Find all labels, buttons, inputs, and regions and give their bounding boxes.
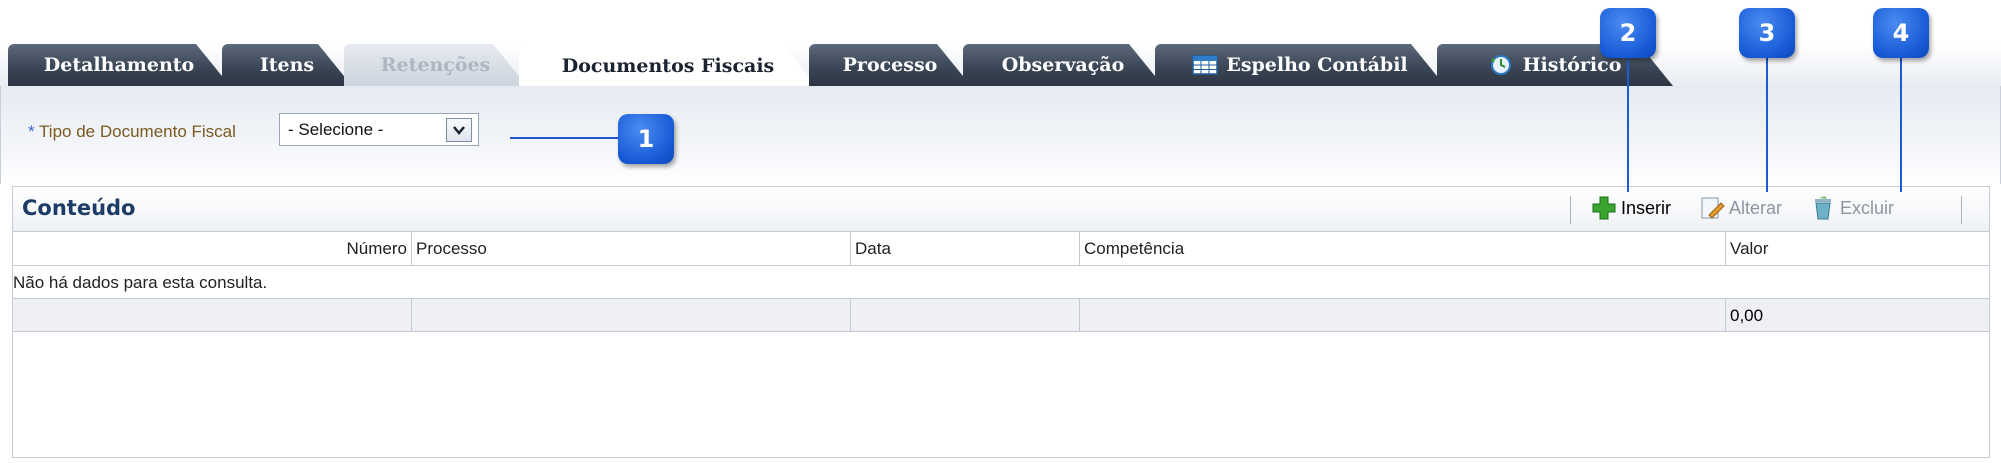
select-value: - Selecione - [288, 120, 384, 139]
column-header-processo[interactable]: Processo [412, 231, 851, 265]
toolbar: Inserir Alterar Excluir [1591, 193, 1894, 223]
excluir-button[interactable]: Excluir [1810, 195, 1894, 221]
inserir-label: Inserir [1621, 197, 1672, 218]
total-cell [13, 299, 412, 332]
plus-icon [1592, 196, 1616, 220]
callout-badge-4: 4 [1873, 8, 1929, 58]
chevron-down-icon [453, 126, 465, 135]
callout-line-2 [1627, 46, 1629, 192]
tab-label: Processo [842, 54, 938, 76]
callout-badge-3: 3 [1739, 8, 1795, 58]
alterar-label: Alterar [1729, 197, 1783, 218]
callout-line-3 [1766, 46, 1768, 192]
excluir-label: Excluir [1840, 197, 1895, 218]
toolbar-separator [1570, 196, 1571, 224]
column-header-valor[interactable]: Valor [1726, 231, 1989, 265]
total-valor: 0,00 [1730, 306, 1764, 325]
inserir-button[interactable]: Inserir [1591, 195, 1671, 221]
callout-line-1 [510, 137, 620, 139]
column-header-numero[interactable]: Número [13, 231, 412, 265]
tab-label: Retenções [380, 54, 491, 76]
tab-label: Espelho Contábil [1226, 54, 1408, 76]
edit-document-icon [1701, 197, 1725, 219]
tab-label: Itens [259, 54, 315, 76]
tipo-documento-label: * Tipo de Documento Fiscal [28, 122, 236, 142]
total-cell [412, 299, 851, 332]
spreadsheet-icon [1192, 54, 1218, 76]
tab-label: Documentos Fiscais [561, 55, 775, 77]
tab-documentos-fiscais[interactable]: Documentos Fiscais [519, 44, 817, 88]
conteudo-panel: Conteúdo Inserir Alterar Excluir Número … [12, 186, 1990, 458]
empty-message: Não há dados para esta consulta. [13, 266, 1989, 299]
table-header: Número Processo Data Competência Valor [13, 231, 1989, 266]
column-header-competencia[interactable]: Competência [1080, 231, 1726, 265]
tab-label: Detalhamento [43, 54, 195, 76]
tab-label: Observação [1001, 54, 1125, 76]
trash-icon [1815, 196, 1832, 220]
required-mark: * [28, 122, 35, 141]
column-header-data[interactable]: Data [851, 231, 1080, 265]
toolbar-separator [1961, 196, 1962, 224]
panel-header: Conteúdo Inserir Alterar Excluir [13, 187, 1989, 232]
tab-bar: Detalhamento Itens Retenções Documentos … [0, 44, 2001, 86]
callout-badge-1: 1 [618, 114, 674, 164]
total-cell [851, 299, 1080, 332]
total-cell [1080, 299, 1726, 332]
alterar-button[interactable]: Alterar [1699, 195, 1782, 221]
callout-badge-2: 2 [1600, 8, 1656, 58]
panel-title: Conteúdo [22, 196, 136, 220]
tab-espelho-contabil[interactable]: Espelho Contábil [1155, 44, 1445, 86]
tab-detalhamento[interactable]: Detalhamento [8, 44, 230, 86]
total-row: 0,00 [13, 299, 1989, 332]
tipo-documento-label-text: Tipo de Documento Fiscal [39, 122, 236, 141]
callout-line-4 [1900, 46, 1902, 192]
clock-icon [1489, 54, 1515, 76]
dropdown-button[interactable] [446, 118, 472, 142]
tipo-documento-select[interactable]: - Selecione - [279, 113, 479, 146]
tab-observacao[interactable]: Observação [963, 44, 1163, 86]
